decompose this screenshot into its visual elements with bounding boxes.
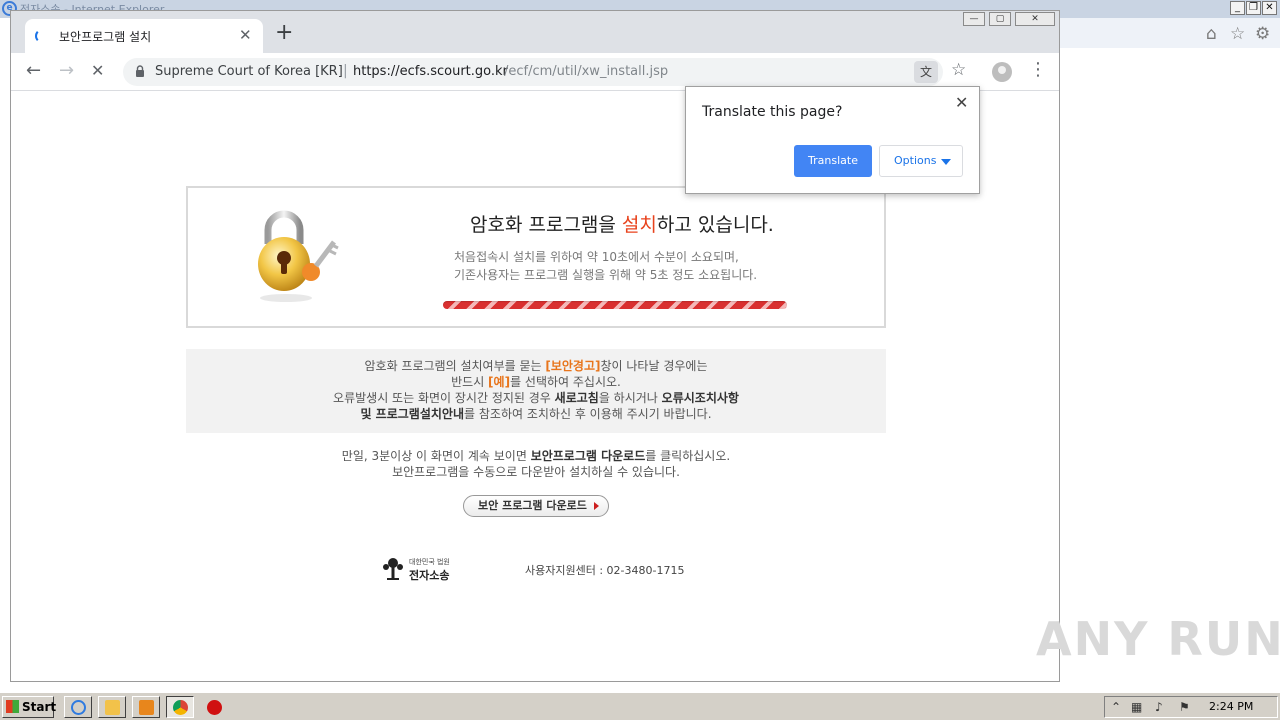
windows-flag-icon — [6, 700, 19, 713]
tab-active[interactable]: 보안프로그램 설치 ✕ — [25, 19, 263, 53]
ie-close-button[interactable]: ✕ — [1262, 1, 1277, 15]
taskbar-explorer-button[interactable] — [98, 696, 126, 718]
caret-down-icon — [941, 159, 951, 165]
install-description-line: 처음접속시 설치를 위하여 약 10초에서 수분이 소요되며, — [454, 250, 739, 264]
install-status-box: 암호화 프로그램을 설치하고 있습니다. 처음접속시 설치를 위하여 약 10초… — [186, 186, 886, 328]
install-description: 처음접속시 설치를 위하여 약 10초에서 수분이 소요되며, 기존사용자는 프… — [454, 248, 757, 284]
network-icon[interactable]: ▦ — [1131, 700, 1142, 714]
tab-close-icon[interactable]: ✕ — [239, 26, 252, 44]
volume-icon[interactable]: ♪ — [1155, 700, 1163, 714]
url-path: /ecf/cm/util/xw_install.jsp — [504, 64, 669, 79]
translate-button[interactable]: Translate — [794, 145, 872, 177]
action-center-flag-icon[interactable]: ⚑ — [1179, 700, 1190, 714]
chrome-close-button[interactable]: ✕ — [1015, 12, 1055, 26]
tab-title: 보안프로그램 설치 — [59, 30, 152, 44]
taskbar-media-player-button[interactable] — [132, 696, 160, 718]
profile-icon[interactable] — [992, 62, 1012, 82]
new-tab-icon[interactable]: + — [275, 22, 293, 44]
chrome-maximize-button[interactable]: ▢ — [989, 12, 1011, 26]
install-progress-bar — [443, 301, 787, 309]
favorites-star-icon[interactable]: ☆ — [1230, 24, 1245, 44]
start-label: Start — [22, 700, 57, 714]
notice-line: 및 프로그램설치안내를 참조하여 조치하신 후 이용해 주시기 바랍니다. — [360, 407, 712, 421]
translate-popup: Translate this page? ✕ Translate Options — [685, 86, 980, 194]
url-host: https://ecfs.scourt.go.kr — [353, 64, 508, 79]
translate-icon[interactable]: 文 — [914, 61, 938, 83]
ie-toolbar — [1058, 18, 1280, 48]
notice-line: 암호화 프로그램의 설치여부를 묻는 [보안경고]창이 나타날 경우에는 — [364, 359, 708, 373]
url-separator: | — [343, 63, 348, 79]
show-hidden-icons-icon[interactable]: ⌃ — [1111, 700, 1121, 714]
taskbar-stop-app-button[interactable] — [200, 696, 228, 718]
address-bar[interactable]: Supreme Court of Korea [KR] | https://ec… — [123, 58, 966, 86]
court-logo: 대한민국 법원 전자소송 — [379, 555, 469, 585]
tab-strip: 보안프로그램 설치 ✕ + — ▢ ✕ — [11, 11, 1059, 53]
manual-line: 만일, 3분이상 이 화면이 계속 보이면 보안프로그램 다운로드를 클릭하십시… — [341, 449, 731, 463]
stop-icon[interactable]: ✕ — [91, 61, 104, 80]
back-arrow-icon[interactable]: ← — [26, 60, 41, 81]
chrome-icon — [173, 700, 188, 715]
folder-icon — [105, 700, 120, 715]
site-identity: Supreme Court of Korea [KR] — [155, 64, 343, 79]
ie-restore-button[interactable]: ❐ — [1246, 1, 1261, 15]
notice-line: 반드시 [예]를 선택하여 주십시오. — [451, 375, 621, 389]
taskbar-chrome-button[interactable] — [166, 696, 194, 718]
download-button-label: 보안 프로그램 다운로드 — [478, 499, 587, 512]
clock[interactable]: 2:24 PM — [1209, 700, 1253, 713]
logo-title: 전자소송 — [409, 569, 450, 582]
forward-arrow-icon[interactable]: → — [59, 60, 74, 81]
stop-sign-icon — [207, 700, 222, 715]
taskbar: Start ⌃ ▦ ♪ ⚑ 2:24 PM — [0, 692, 1280, 720]
system-tray: ⌃ ▦ ♪ ⚑ 2:24 PM — [1104, 696, 1278, 718]
close-icon[interactable]: ✕ — [955, 93, 968, 112]
chrome-minimize-button[interactable]: — — [963, 12, 985, 26]
taskbar-ie-button[interactable] — [64, 696, 92, 718]
ie-minimize-button[interactable]: _ — [1230, 1, 1245, 15]
manual-download-text: 만일, 3분이상 이 화면이 계속 보이면 보안프로그램 다운로드를 클릭하십시… — [186, 448, 886, 480]
notice-line: 오류발생시 또는 화면이 장시간 정지된 경우 새로고침을 하시거나 오류시조치… — [333, 391, 739, 405]
start-button[interactable]: Start — [2, 696, 57, 718]
install-heading: 암호화 프로그램을 설치하고 있습니다. — [470, 214, 774, 236]
bookmark-star-icon[interactable]: ☆ — [951, 60, 966, 80]
kebab-menu-icon[interactable]: ⋮ — [1029, 61, 1047, 79]
ie-page-area — [1058, 48, 1280, 692]
manual-line: 보안프로그램을 수동으로 다운받아 설치하실 수 있습니다. — [392, 465, 680, 479]
support-center-phone: 사용자지원센터 : 02-3480-1715 — [525, 564, 685, 577]
logo-subtitle: 대한민국 법원 — [409, 558, 450, 566]
court-tree-logo-icon — [383, 558, 403, 580]
ie-icon — [71, 700, 86, 715]
anyrun-watermark: ANY RUN — [1036, 612, 1280, 666]
translate-question: Translate this page? — [702, 104, 843, 120]
media-player-icon — [139, 700, 154, 715]
notice-box: 암호화 프로그램의 설치여부를 묻는 [보안경고]창이 나타날 경우에는 반드시… — [186, 349, 886, 433]
gear-icon[interactable]: ⚙ — [1255, 24, 1270, 44]
download-security-program-button[interactable]: 보안 프로그램 다운로드 — [463, 495, 609, 517]
home-icon[interactable]: ⌂ — [1206, 24, 1217, 44]
install-description-line: 기존사용자는 프로그램 실행을 위해 약 5초 정도 소요됩니다. — [454, 268, 758, 282]
arrow-right-icon — [594, 502, 599, 510]
lock-icon — [136, 65, 144, 77]
loading-spinner-icon — [35, 29, 49, 43]
options-label: Options — [894, 154, 937, 167]
options-button[interactable]: Options — [879, 145, 963, 177]
